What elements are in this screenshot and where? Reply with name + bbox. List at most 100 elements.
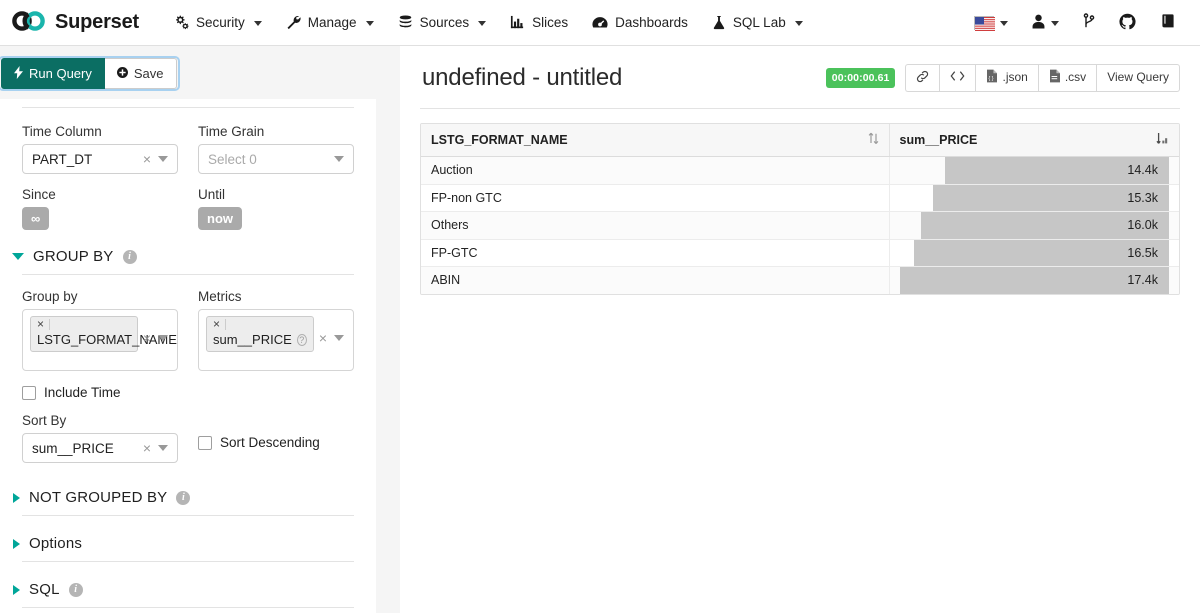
chevron-down-icon [478,21,487,26]
column-header-metric[interactable]: sum__PRICE [889,124,1179,157]
sort-both-icon [868,132,879,148]
language-selector[interactable] [964,10,1018,36]
since-label: Since [22,187,56,202]
sort-descending-label[interactable]: Sort Descending [220,435,320,450]
chevron-down-icon [158,335,168,341]
info-icon[interactable]: i [122,249,137,264]
table-row: FP-non GTC 15.3k [421,184,1179,212]
time-column-select[interactable]: PART_DT × [22,144,178,174]
chevron-down-icon [12,253,24,260]
cell-dimension: Others [421,211,890,240]
nav-item-label: Slices [532,15,569,30]
include-time-label[interactable]: Include Time [44,385,121,400]
nav-item-slices[interactable]: Slices [499,9,579,36]
section-sql-header[interactable]: SQL i [10,581,354,598]
chevron-right-icon [13,538,20,549]
metrics-field: Metrics × sum__PRICE ? × [198,289,354,371]
metric-value-label: 16.5k [1127,245,1158,260]
clear-x-icon[interactable]: × [314,330,332,346]
column-header-dimension[interactable]: LSTG_FORMAT_NAME [421,124,890,157]
since-value-badge[interactable]: ∞ [22,207,50,230]
view-query-button[interactable]: View Query [1096,64,1180,92]
time-grain-select[interactable]: Select 0 [198,144,354,174]
github-icon [1119,13,1136,33]
nav-item-security[interactable]: Security [163,9,273,36]
save-button[interactable]: Save [104,58,177,89]
column-header-metric-label: sum__PRICE [899,133,978,147]
clear-x-icon[interactable]: × [138,330,156,346]
remove-x-icon[interactable]: × [213,318,226,330]
section-not-grouped-by-header[interactable]: NOT GROUPED BY i [10,489,354,506]
cell-metric: 17.4k [889,266,1179,294]
divider [22,107,354,108]
sort-by-value: sum__PRICE [32,440,114,456]
wrench-icon [286,15,301,30]
brand-title: Superset [55,11,139,33]
group-by-select[interactable]: × LSTG_FORMAT_NAME × [22,309,178,371]
cell-dimension: FP-GTC [421,239,890,267]
lightning-bolt-icon [14,66,23,81]
clear-x-icon[interactable]: × [138,440,156,456]
user-menu[interactable] [1022,8,1069,38]
sort-descending-checkbox[interactable] [198,435,212,450]
nav-item-label: Dashboards [615,15,688,30]
metrics-controls: × [314,316,347,346]
run-query-label: Run Query [29,66,92,81]
metric-value-label: 14.4k [1127,163,1158,178]
until-value-badge[interactable]: now [198,207,242,230]
chevron-down-icon [334,335,344,341]
since-field: Since ∞ [22,187,178,230]
infinity-logo-icon [12,11,46,34]
export-json-button[interactable]: { } .json [975,64,1038,92]
section-group-by-header[interactable]: GROUP BY i [10,248,354,265]
metrics-select[interactable]: × sum__PRICE ? × [198,309,354,371]
export-csv-label: .csv [1064,70,1087,85]
run-query-button[interactable]: Run Query [1,58,105,89]
sort-descending-field: Sort Descending [198,413,354,463]
include-time-checkbox[interactable] [22,385,36,400]
section-options-header[interactable]: Options [10,535,354,552]
nav-item-sql-lab[interactable]: SQL Lab [701,9,814,36]
chevron-down-icon [794,21,803,26]
info-icon[interactable]: i [68,582,83,597]
chevron-down-icon [1051,21,1059,26]
flask-icon [712,15,726,30]
embed-code-icon [950,70,965,85]
nav-item-manage[interactable]: Manage [275,9,385,36]
metrics-tag[interactable]: × sum__PRICE ? [206,316,314,352]
github-link[interactable] [1109,7,1146,39]
cell-metric: 15.3k [889,184,1179,212]
clear-x-icon[interactable]: × [138,151,156,167]
explore-page: Run Query Save Time Column PART_DT × Tim… [0,46,1200,613]
embed-code-button[interactable] [939,64,976,92]
group-by-tag[interactable]: × LSTG_FORMAT_NAME [30,316,177,352]
us-flag-icon [974,15,995,31]
cell-metric: 16.5k [889,239,1179,267]
section-not-grouped-by-title: NOT GROUPED BY [29,489,168,506]
remove-x-icon[interactable]: × [37,318,50,330]
divider [22,607,354,608]
group-by-metrics-row: Group by × LSTG_FORMAT_NAME × Metrics × … [22,289,354,371]
nav-item-sources[interactable]: Sources [387,9,498,36]
documentation-link[interactable] [1150,7,1186,38]
version-branch-link[interactable] [1073,7,1105,38]
dashboard-gauge-icon [592,15,608,30]
metric-bar-cell: 16.5k [900,239,1169,266]
nav-item-label: Manage [307,15,357,30]
sort-by-select[interactable]: sum__PRICE × [22,433,178,463]
nav-item-label: SQL Lab [732,15,786,30]
table-header-row: LSTG_FORMAT_NAME sum__PRICE [421,124,1179,157]
time-grain-label: Time Grain [198,124,265,139]
brand-home-link[interactable]: Superset [12,11,139,34]
question-circle-icon[interactable]: ? [296,333,307,346]
share-link-button[interactable] [905,64,940,92]
results-table-wrapper: LSTG_FORMAT_NAME sum__PRICE Auction 14.4… [420,123,1180,295]
sort-descending-row: Sort Descending [198,435,354,450]
export-csv-button[interactable]: .csv [1037,64,1097,92]
table-row: Auction 14.4k [421,156,1179,185]
nav-item-dashboards[interactable]: Dashboards [581,9,699,36]
info-icon[interactable]: i [176,490,191,505]
divider [22,515,354,516]
chevron-down-icon [253,21,262,26]
navbar-right-group [964,7,1186,39]
